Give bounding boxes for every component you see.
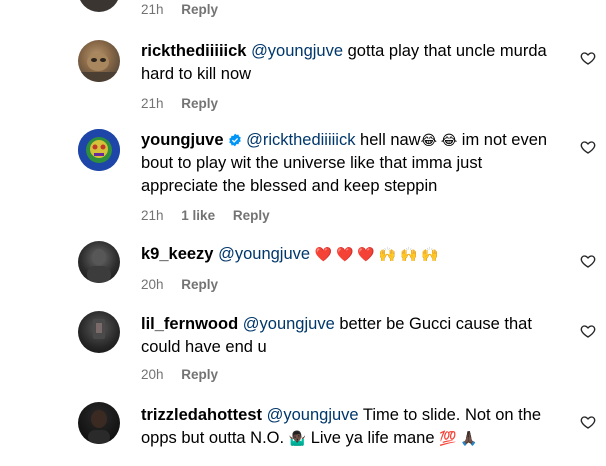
comment-time: 20h bbox=[141, 367, 164, 382]
comment-text: youngjuve @rickthediiiiick hell naw😂 😂 i… bbox=[141, 129, 556, 198]
comment-time: 21h bbox=[141, 208, 164, 223]
comment-mention[interactable]: @rickthediiiiick bbox=[246, 131, 355, 149]
reply-button[interactable]: Reply bbox=[181, 2, 218, 17]
comment-body: Live ya life mane bbox=[306, 429, 440, 447]
comment-username[interactable]: youngjuve bbox=[141, 131, 224, 149]
comment-likes[interactable]: 1 like bbox=[181, 208, 215, 223]
reply-button[interactable]: Reply bbox=[181, 96, 218, 111]
comment-username[interactable]: trizzledahottest bbox=[141, 406, 262, 424]
comment-time: 21h bbox=[141, 96, 164, 111]
comment-emoji: 😂 😂 bbox=[420, 132, 458, 148]
avatar[interactable] bbox=[78, 402, 120, 444]
comment-text: k9_keezy @youngjuve ❤️ ❤️ ❤️ 🙌 🙌 🙌 bbox=[141, 243, 556, 266]
comment-time: 21h bbox=[141, 2, 164, 17]
comment-emoji: ❤️ ❤️ ❤️ 🙌 🙌 🙌 bbox=[314, 246, 439, 262]
comment-text: rickthediiiiick @youngjuve gotta play th… bbox=[141, 40, 556, 86]
heart-outline-icon[interactable] bbox=[580, 414, 596, 430]
comment-meta: 21h Reply bbox=[141, 96, 218, 111]
avatar[interactable] bbox=[78, 40, 120, 82]
avatar[interactable] bbox=[78, 0, 120, 12]
reply-button[interactable]: Reply bbox=[181, 277, 218, 292]
top-comment-meta: 21h Reply bbox=[141, 2, 218, 17]
reply-button[interactable]: Reply bbox=[181, 367, 218, 382]
heart-outline-icon[interactable] bbox=[580, 323, 596, 339]
comment-mention[interactable]: @youngjuve bbox=[251, 42, 343, 60]
comment-emoji: 💯 🙏🏿 bbox=[439, 430, 478, 446]
heart-outline-icon[interactable] bbox=[580, 50, 596, 66]
avatar[interactable] bbox=[78, 241, 120, 283]
comment-meta: 20h Reply bbox=[141, 277, 218, 292]
heart-outline-icon[interactable] bbox=[580, 139, 596, 155]
comment-meta: 20h Reply bbox=[141, 367, 218, 382]
comment-mention[interactable]: @youngjuve bbox=[218, 245, 310, 263]
comment-emoji: 🤷🏿‍♂️ bbox=[288, 430, 307, 446]
comment-text: trizzledahottest @youngjuve Time to slid… bbox=[141, 404, 556, 450]
comment-username[interactable]: lil_fernwood bbox=[141, 315, 238, 333]
verified-badge-icon bbox=[228, 133, 241, 147]
comment-text: lil_fernwood @youngjuve better be Gucci … bbox=[141, 313, 556, 359]
comment-username[interactable]: k9_keezy bbox=[141, 245, 214, 263]
reply-button[interactable]: Reply bbox=[233, 208, 270, 223]
avatar[interactable] bbox=[78, 129, 120, 171]
comment-time: 20h bbox=[141, 277, 164, 292]
heart-outline-icon[interactable] bbox=[580, 253, 596, 269]
comment-username[interactable]: rickthediiiiick bbox=[141, 42, 246, 60]
comment-mention[interactable]: @youngjuve bbox=[243, 315, 335, 333]
avatar[interactable] bbox=[78, 311, 120, 353]
comment-body: hell naw bbox=[355, 131, 421, 149]
comment-mention[interactable]: @youngjuve bbox=[267, 406, 359, 424]
comment-meta: 21h 1 like Reply bbox=[141, 208, 270, 223]
